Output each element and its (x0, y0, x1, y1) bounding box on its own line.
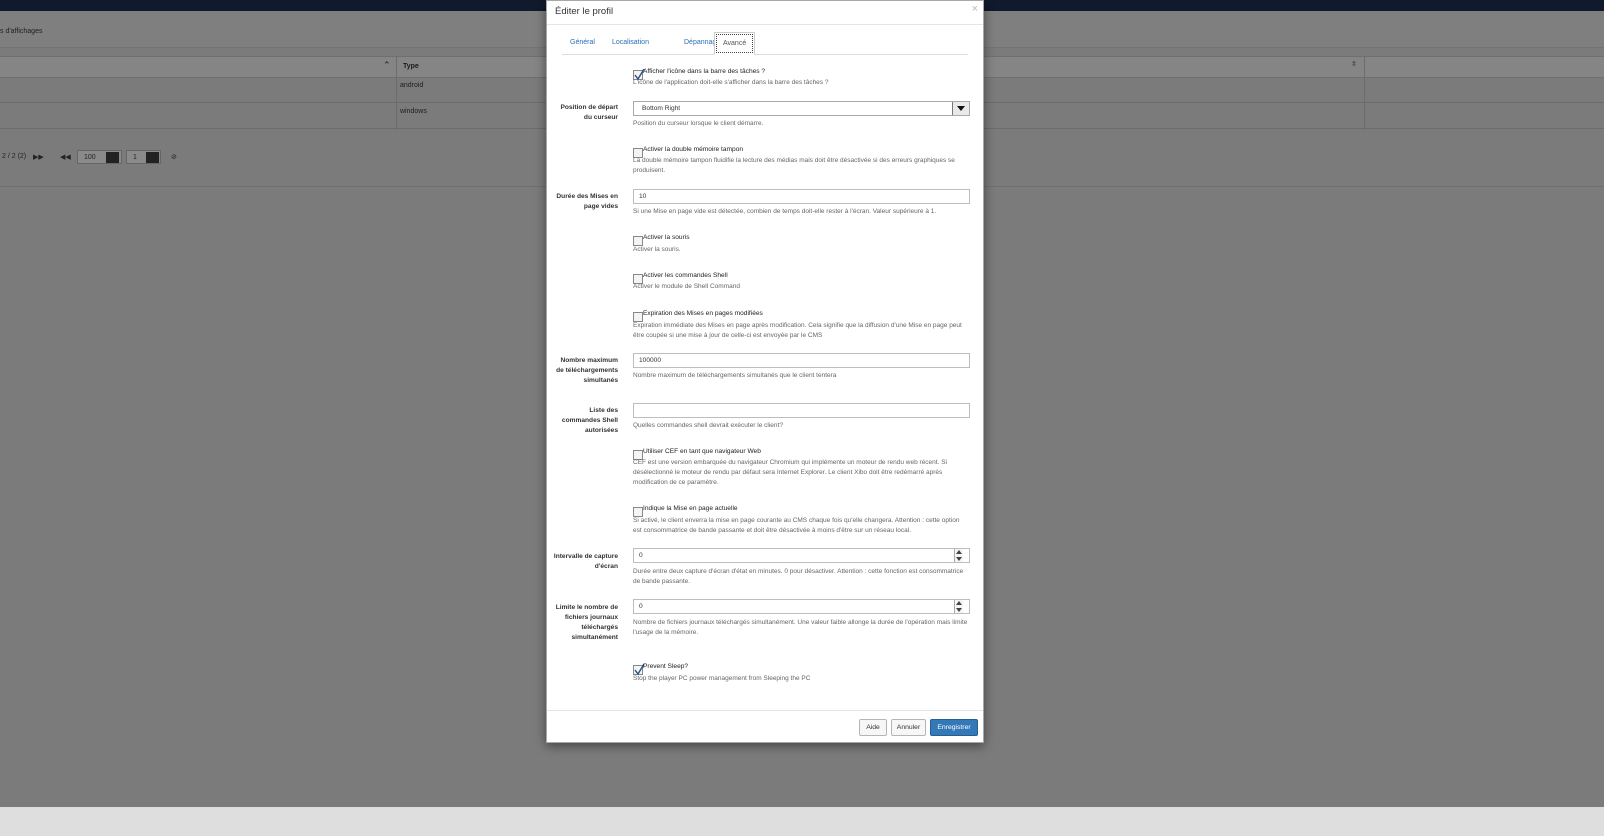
max-downloads-value: 100000 (639, 357, 662, 364)
divider (547, 710, 983, 711)
edit-profile-modal: Éditer le profil × Général Localisation … (546, 0, 984, 743)
page-size-dropdown-icon[interactable] (106, 152, 119, 163)
sort-asc-icon[interactable]: ⌃ (383, 60, 391, 71)
sort-both-icon[interactable]: ⇳ (1351, 60, 1357, 68)
shell-commands-help: Activer le module de Shell Command (633, 283, 740, 290)
current-layout-label: Indique la Mise en page actuelle (643, 505, 738, 512)
screenshot-interval-value: 0 (639, 552, 643, 559)
allowed-shell-input[interactable] (633, 403, 970, 418)
prevent-sleep-help: Stop the player PC power management from… (633, 675, 811, 682)
use-cef-label: Utiliser CEF en tant que navigateur Web (643, 448, 761, 455)
divider (547, 24, 983, 25)
page-footer (0, 807, 1604, 836)
modal-title: Éditer le profil (555, 6, 614, 17)
cursor-start-help: Position du curseur lorsque le client dé… (633, 120, 764, 127)
column-divider (1364, 56, 1365, 130)
shell-commands-label: Activer les commandes Shell (643, 272, 728, 279)
spin-up-icon[interactable] (956, 601, 962, 605)
max-downloads-help: Nombre maximum de téléchargements simult… (633, 372, 837, 379)
prevent-sleep-label: Prevent Sleep? (643, 663, 689, 670)
empty-layout-duration-label: Durée des Mises en page vides (556, 193, 618, 210)
empty-layout-duration-value: 10 (639, 193, 647, 200)
expire-layouts-label: Expiration des Mises en pages modifiées (643, 310, 763, 317)
next-page-icon[interactable]: ▶▶ (33, 153, 44, 161)
enable-mouse-label: Activer la souris (643, 234, 690, 241)
tab-localisation[interactable]: Localisation (604, 32, 657, 54)
page-value: 1 (133, 154, 137, 161)
log-file-limit-input[interactable]: 0 (633, 599, 970, 614)
log-file-limit-value: 0 (639, 603, 643, 610)
show-icon-label: Afficher l'icône dans la barre des tâche… (643, 68, 766, 75)
spin-down-icon[interactable] (956, 608, 962, 612)
first-page-icon[interactable]: ◀◀ (60, 153, 71, 161)
column-header-type[interactable]: Type (403, 63, 419, 70)
pager-info: 2 / 2 (2) (2, 153, 27, 160)
use-cef-help: CEF est une version embarquée du navigat… (633, 459, 947, 486)
screenshot-interval-help: Durée entre deux capture d'écran d'état … (633, 568, 964, 585)
chevron-down-icon[interactable] (952, 102, 969, 115)
log-file-limit-help: Nombre de fichiers journaux téléchargés … (633, 619, 968, 636)
page-dropdown-icon[interactable] (146, 152, 159, 163)
tab-bar: Général Localisation Dépannage Avancé (562, 32, 968, 55)
max-downloads-label: Nombre maximum de téléchargements simult… (556, 357, 618, 384)
double-buffer-label: Activer la double mémoire tampon (643, 146, 744, 153)
help-button[interactable]: Aide (859, 719, 887, 736)
log-file-limit-label: Limite le nombre de fichiers journaux té… (555, 604, 618, 641)
allowed-shell-help: Quelles commandes shell devrait exécuter… (633, 422, 783, 429)
number-spinner[interactable] (954, 549, 963, 562)
cursor-start-select[interactable]: Bottom Right (633, 101, 970, 116)
current-layout-help: Si activé, le client enverra la mise en … (633, 517, 960, 534)
cursor-start-label: Position de départ du curseur (560, 104, 618, 121)
number-spinner[interactable] (954, 600, 963, 613)
tab-general[interactable]: Général (562, 32, 603, 54)
expire-layouts-help: Expiration immédiate des Mises en page a… (633, 322, 962, 339)
row-type: windows (400, 108, 427, 115)
screenshot-interval-input[interactable]: 0 (633, 548, 970, 563)
pager: 2 / 2 (2) ▶▶ ◀◀ 100 1 ⊘ (0, 150, 200, 166)
tab-avance[interactable]: Avancé (714, 32, 756, 55)
cancel-button[interactable]: Annuler (891, 719, 926, 736)
show-icon-help: L'icône de l'application doit-elle s'aff… (633, 79, 829, 86)
spin-up-icon[interactable] (956, 550, 962, 554)
max-downloads-input[interactable]: 100000 (633, 353, 970, 368)
allowed-shell-label: Liste des commandes Shell autorisées (561, 407, 618, 434)
page-size-value: 100 (84, 154, 96, 161)
screenshot-interval-label: Intervalle de capture d'écran (553, 553, 618, 570)
column-divider (396, 56, 397, 130)
breadcrumb: s d'affichages (0, 28, 43, 35)
clear-icon[interactable]: ⊘ (171, 153, 177, 161)
empty-layout-duration-input[interactable]: 10 (633, 189, 970, 204)
enable-mouse-help: Activer la souris. (633, 246, 681, 253)
row-type: android (400, 82, 424, 89)
save-button[interactable]: Enregistrer (930, 719, 978, 736)
cursor-start-value: Bottom Right (642, 105, 681, 112)
double-buffer-help: La double mémoire tampon fluidifie la le… (633, 157, 955, 174)
spin-down-icon[interactable] (956, 557, 962, 561)
close-icon[interactable]: × (972, 3, 978, 15)
empty-layout-duration-help: Si une Mise en page vide est détectée, c… (633, 208, 937, 215)
